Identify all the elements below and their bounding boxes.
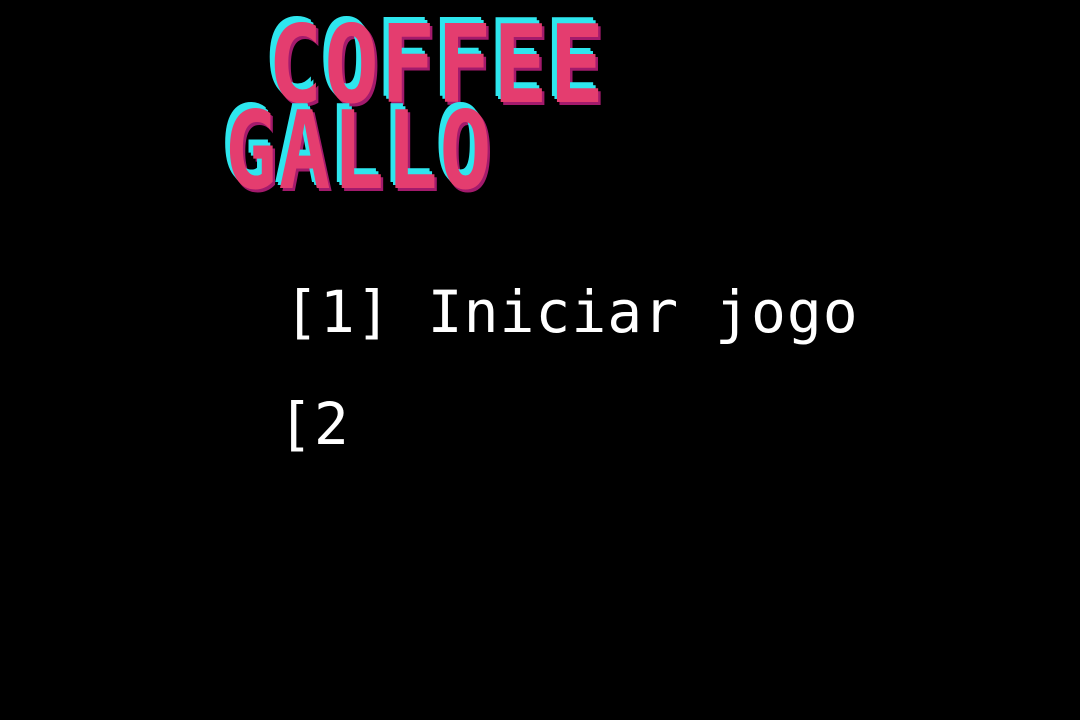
menu-option-start-game[interactable]: [1] Iniciar jogo xyxy=(284,283,859,341)
game-screen: COFFEE GALLO [1] Iniciar jogo [2 xyxy=(0,0,1080,720)
menu-option-2[interactable]: [2 xyxy=(278,395,350,453)
game-logo-title-line-2: GALLO xyxy=(225,89,494,214)
